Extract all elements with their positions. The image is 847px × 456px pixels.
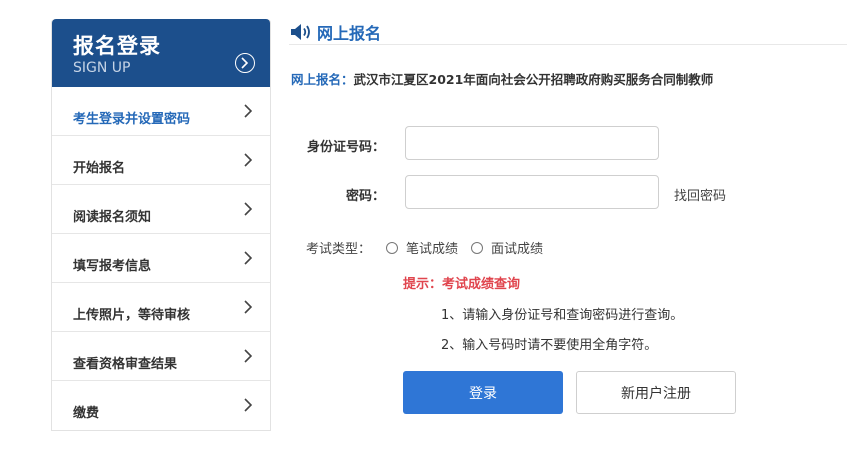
sidebar-item-login[interactable]: 考生登录并设置密码: [52, 87, 270, 136]
radio-written-score[interactable]: 笔试成绩: [386, 238, 458, 257]
chevron-right-icon: [244, 398, 252, 412]
register-button[interactable]: 新用户注册: [576, 371, 736, 414]
sidebar-header: 报名登录 SIGN UP: [52, 19, 270, 87]
sidebar-item-label: 考生登录并设置密码: [73, 111, 191, 127]
chevron-right-icon: [244, 202, 252, 216]
id-number-input[interactable]: [405, 126, 659, 160]
sidebar-item-read-notice[interactable]: 阅读报名须知: [52, 185, 270, 234]
radio-label: 面试成绩: [491, 242, 544, 257]
login-button[interactable]: 登录: [403, 371, 563, 414]
password-label: 密码：: [345, 189, 385, 204]
circle-chevron-right-icon[interactable]: [235, 53, 255, 73]
sidebar-item-label: 上传照片，等待审核: [73, 307, 191, 323]
id-number-label: 身份证号码：: [306, 140, 385, 155]
speaker-icon: [291, 23, 310, 40]
sidebar-item-label: 填写报考信息: [73, 258, 152, 274]
sidebar-item-start[interactable]: 开始报名: [52, 136, 270, 185]
notice-prefix: 网上报名：: [291, 72, 354, 87]
sidebar-item-review-result[interactable]: 查看资格审查结果: [52, 332, 270, 381]
radio-circle-icon: [386, 241, 398, 254]
sidebar-item-label: 开始报名: [73, 160, 126, 176]
sidebar-item-label: 查看资格审查结果: [73, 356, 178, 372]
forgot-password-link[interactable]: 找回密码: [674, 185, 726, 204]
section-title: 网上报名: [317, 23, 382, 43]
exam-type-label: 考试类型：: [306, 242, 372, 257]
sidebar-item-payment[interactable]: 缴费: [52, 381, 270, 430]
sidebar: 报名登录 SIGN UP 考生登录并设置密码 开始报名 阅读报名须知 填写报考信…: [51, 19, 271, 431]
password-input[interactable]: [405, 175, 659, 209]
section-header: 网上报名: [289, 19, 847, 45]
note-1: 1、请输入身份证号和查询密码进行查询。: [441, 308, 684, 323]
chevron-right-icon: [244, 104, 252, 118]
main-panel: 网上报名 网上报名：武汉市江夏区2021年面向社会公开招聘政府购买服务合同制教师…: [289, 19, 847, 414]
notice-line: 网上报名：武汉市江夏区2021年面向社会公开招聘政府购买服务合同制教师: [291, 69, 713, 88]
sidebar-item-label: 阅读报名须知: [73, 209, 152, 225]
radio-circle-icon: [471, 241, 483, 254]
chevron-right-icon: [244, 300, 252, 314]
notice-text: 武汉市江夏区2021年面向社会公开招聘政府购买服务合同制教师: [353, 72, 714, 87]
chevron-right-icon: [244, 349, 252, 363]
radio-label: 笔试成绩: [406, 242, 459, 257]
sidebar-item-upload-photo[interactable]: 上传照片，等待审核: [52, 283, 270, 332]
radio-interview-score[interactable]: 面试成绩: [471, 238, 543, 257]
chevron-right-icon: [244, 251, 252, 265]
sidebar-item-label: 缴费: [73, 406, 100, 421]
tip-text: 提示：考试成绩查询: [403, 277, 521, 292]
note-2: 2、输入号码时请不要使用全角字符。: [441, 338, 658, 353]
chevron-right-icon: [244, 153, 252, 167]
sidebar-item-fill-info[interactable]: 填写报考信息: [52, 234, 270, 283]
